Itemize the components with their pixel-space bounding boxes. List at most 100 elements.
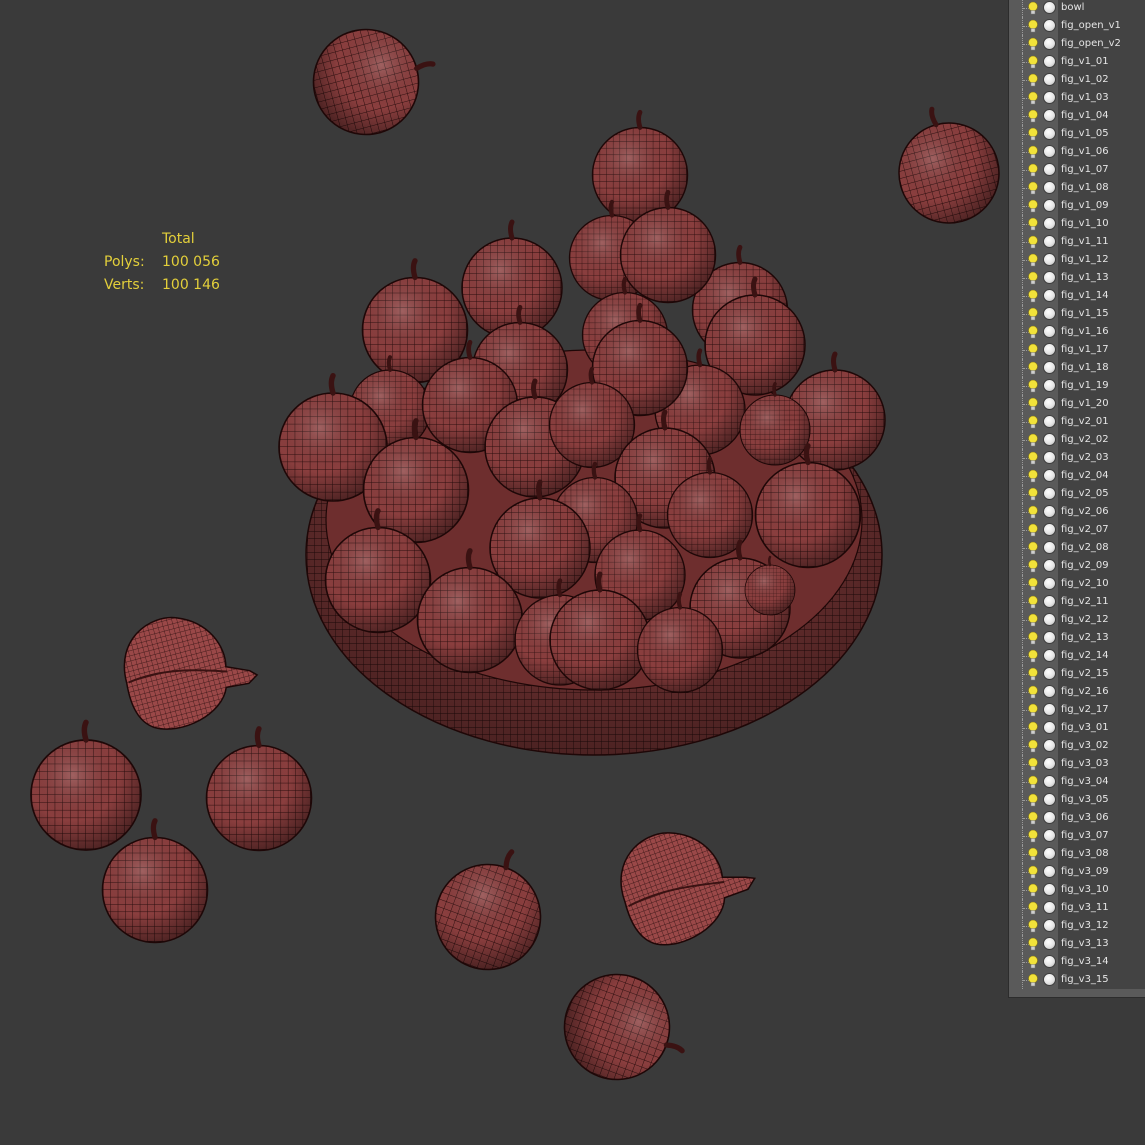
bulb-icon[interactable] xyxy=(1027,865,1039,880)
layer-name[interactable]: fig_open_v2 xyxy=(1058,35,1145,53)
layer-name[interactable]: fig_v2_08 xyxy=(1058,539,1145,557)
bulb-icon[interactable] xyxy=(1027,145,1039,160)
layer-name[interactable]: fig_v2_02 xyxy=(1058,431,1145,449)
layer-row[interactable]: fig_v2_16 xyxy=(1009,683,1145,701)
bulb-icon[interactable] xyxy=(1027,649,1039,664)
visibility-sphere-icon[interactable] xyxy=(1043,649,1056,662)
bulb-icon[interactable] xyxy=(1027,631,1039,646)
visibility-sphere-icon[interactable] xyxy=(1043,595,1056,608)
layer-name[interactable]: fig_v2_06 xyxy=(1058,503,1145,521)
visibility-sphere-icon[interactable] xyxy=(1043,505,1056,518)
layer-row[interactable]: fig_v3_15 xyxy=(1009,971,1145,989)
layer-name[interactable]: fig_v1_01 xyxy=(1058,53,1145,71)
bulb-icon[interactable] xyxy=(1027,469,1039,484)
layer-row[interactable]: fig_v1_11 xyxy=(1009,233,1145,251)
layer-row[interactable]: fig_v2_04 xyxy=(1009,467,1145,485)
layer-row[interactable]: fig_v1_17 xyxy=(1009,341,1145,359)
visibility-sphere-icon[interactable] xyxy=(1043,199,1056,212)
visibility-sphere-icon[interactable] xyxy=(1043,469,1056,482)
layer-row[interactable]: fig_v3_06 xyxy=(1009,809,1145,827)
visibility-sphere-icon[interactable] xyxy=(1043,973,1056,986)
visibility-sphere-icon[interactable] xyxy=(1043,307,1056,320)
layer-name[interactable]: fig_v2_07 xyxy=(1058,521,1145,539)
bulb-icon[interactable] xyxy=(1027,595,1039,610)
visibility-sphere-icon[interactable] xyxy=(1043,667,1056,680)
layer-row[interactable]: fig_v2_06 xyxy=(1009,503,1145,521)
visibility-sphere-icon[interactable] xyxy=(1043,631,1056,644)
layer-row[interactable]: fig_v1_03 xyxy=(1009,89,1145,107)
layer-name[interactable]: fig_v2_10 xyxy=(1058,575,1145,593)
visibility-sphere-icon[interactable] xyxy=(1043,559,1056,572)
bulb-icon[interactable] xyxy=(1027,73,1039,88)
visibility-sphere-icon[interactable] xyxy=(1043,91,1056,104)
visibility-sphere-icon[interactable] xyxy=(1043,883,1056,896)
layer-row[interactable]: fig_open_v2 xyxy=(1009,35,1145,53)
bulb-icon[interactable] xyxy=(1027,721,1039,736)
visibility-sphere-icon[interactable] xyxy=(1043,757,1056,770)
bulb-icon[interactable] xyxy=(1027,415,1039,430)
layer-name[interactable]: fig_v2_03 xyxy=(1058,449,1145,467)
layer-row[interactable]: fig_v1_16 xyxy=(1009,323,1145,341)
layer-name[interactable]: fig_v2_09 xyxy=(1058,557,1145,575)
layer-name[interactable]: fig_v1_17 xyxy=(1058,341,1145,359)
layer-row[interactable]: fig_open_v1 xyxy=(1009,17,1145,35)
bulb-icon[interactable] xyxy=(1027,703,1039,718)
layer-row[interactable]: fig_v1_01 xyxy=(1009,53,1145,71)
layer-row[interactable]: fig_v2_09 xyxy=(1009,557,1145,575)
visibility-sphere-icon[interactable] xyxy=(1043,955,1056,968)
bulb-icon[interactable] xyxy=(1027,883,1039,898)
bulb-icon[interactable] xyxy=(1027,541,1039,556)
visibility-sphere-icon[interactable] xyxy=(1043,613,1056,626)
visibility-sphere-icon[interactable] xyxy=(1043,325,1056,338)
visibility-sphere-icon[interactable] xyxy=(1043,19,1056,32)
visibility-sphere-icon[interactable] xyxy=(1043,163,1056,176)
bulb-icon[interactable] xyxy=(1027,127,1039,142)
visibility-sphere-icon[interactable] xyxy=(1043,721,1056,734)
layer-row[interactable]: fig_v1_18 xyxy=(1009,359,1145,377)
layer-name[interactable]: fig_v1_11 xyxy=(1058,233,1145,251)
bulb-icon[interactable] xyxy=(1027,973,1039,988)
layer-row[interactable]: fig_v2_13 xyxy=(1009,629,1145,647)
layer-row[interactable]: fig_v3_08 xyxy=(1009,845,1145,863)
bulb-icon[interactable] xyxy=(1027,559,1039,574)
bulb-icon[interactable] xyxy=(1027,937,1039,952)
layer-name[interactable]: fig_v1_12 xyxy=(1058,251,1145,269)
layer-row[interactable]: fig_v1_13 xyxy=(1009,269,1145,287)
layer-row[interactable]: fig_v2_03 xyxy=(1009,449,1145,467)
bulb-icon[interactable] xyxy=(1027,217,1039,232)
visibility-sphere-icon[interactable] xyxy=(1043,289,1056,302)
layer-name[interactable]: fig_v2_17 xyxy=(1058,701,1145,719)
bulb-icon[interactable] xyxy=(1027,37,1039,52)
layer-name[interactable]: bowl xyxy=(1058,0,1145,17)
layer-row[interactable]: fig_v1_05 xyxy=(1009,125,1145,143)
bulb-icon[interactable] xyxy=(1027,397,1039,412)
bulb-icon[interactable] xyxy=(1027,343,1039,358)
layer-name[interactable]: fig_v3_12 xyxy=(1058,917,1145,935)
layer-row[interactable]: fig_v3_02 xyxy=(1009,737,1145,755)
layer-row[interactable]: fig_v2_08 xyxy=(1009,539,1145,557)
bulb-icon[interactable] xyxy=(1027,757,1039,772)
visibility-sphere-icon[interactable] xyxy=(1043,937,1056,950)
visibility-sphere-icon[interactable] xyxy=(1043,847,1056,860)
bulb-icon[interactable] xyxy=(1027,829,1039,844)
layer-name[interactable]: fig_v1_02 xyxy=(1058,71,1145,89)
layer-row[interactable]: fig_v1_15 xyxy=(1009,305,1145,323)
bulb-icon[interactable] xyxy=(1027,739,1039,754)
bulb-icon[interactable] xyxy=(1027,613,1039,628)
layer-row[interactable]: fig_v1_14 xyxy=(1009,287,1145,305)
visibility-sphere-icon[interactable] xyxy=(1043,919,1056,932)
bulb-icon[interactable] xyxy=(1027,325,1039,340)
bulb-icon[interactable] xyxy=(1027,811,1039,826)
visibility-sphere-icon[interactable] xyxy=(1043,775,1056,788)
layer-name[interactable]: fig_v2_14 xyxy=(1058,647,1145,665)
layer-name[interactable]: fig_v3_06 xyxy=(1058,809,1145,827)
layer-name[interactable]: fig_v3_08 xyxy=(1058,845,1145,863)
visibility-sphere-icon[interactable] xyxy=(1043,109,1056,122)
layer-row[interactable]: fig_v3_05 xyxy=(1009,791,1145,809)
visibility-sphere-icon[interactable] xyxy=(1043,829,1056,842)
visibility-sphere-icon[interactable] xyxy=(1043,739,1056,752)
visibility-sphere-icon[interactable] xyxy=(1043,181,1056,194)
visibility-sphere-icon[interactable] xyxy=(1043,361,1056,374)
visibility-sphere-icon[interactable] xyxy=(1043,379,1056,392)
bulb-icon[interactable] xyxy=(1027,55,1039,70)
